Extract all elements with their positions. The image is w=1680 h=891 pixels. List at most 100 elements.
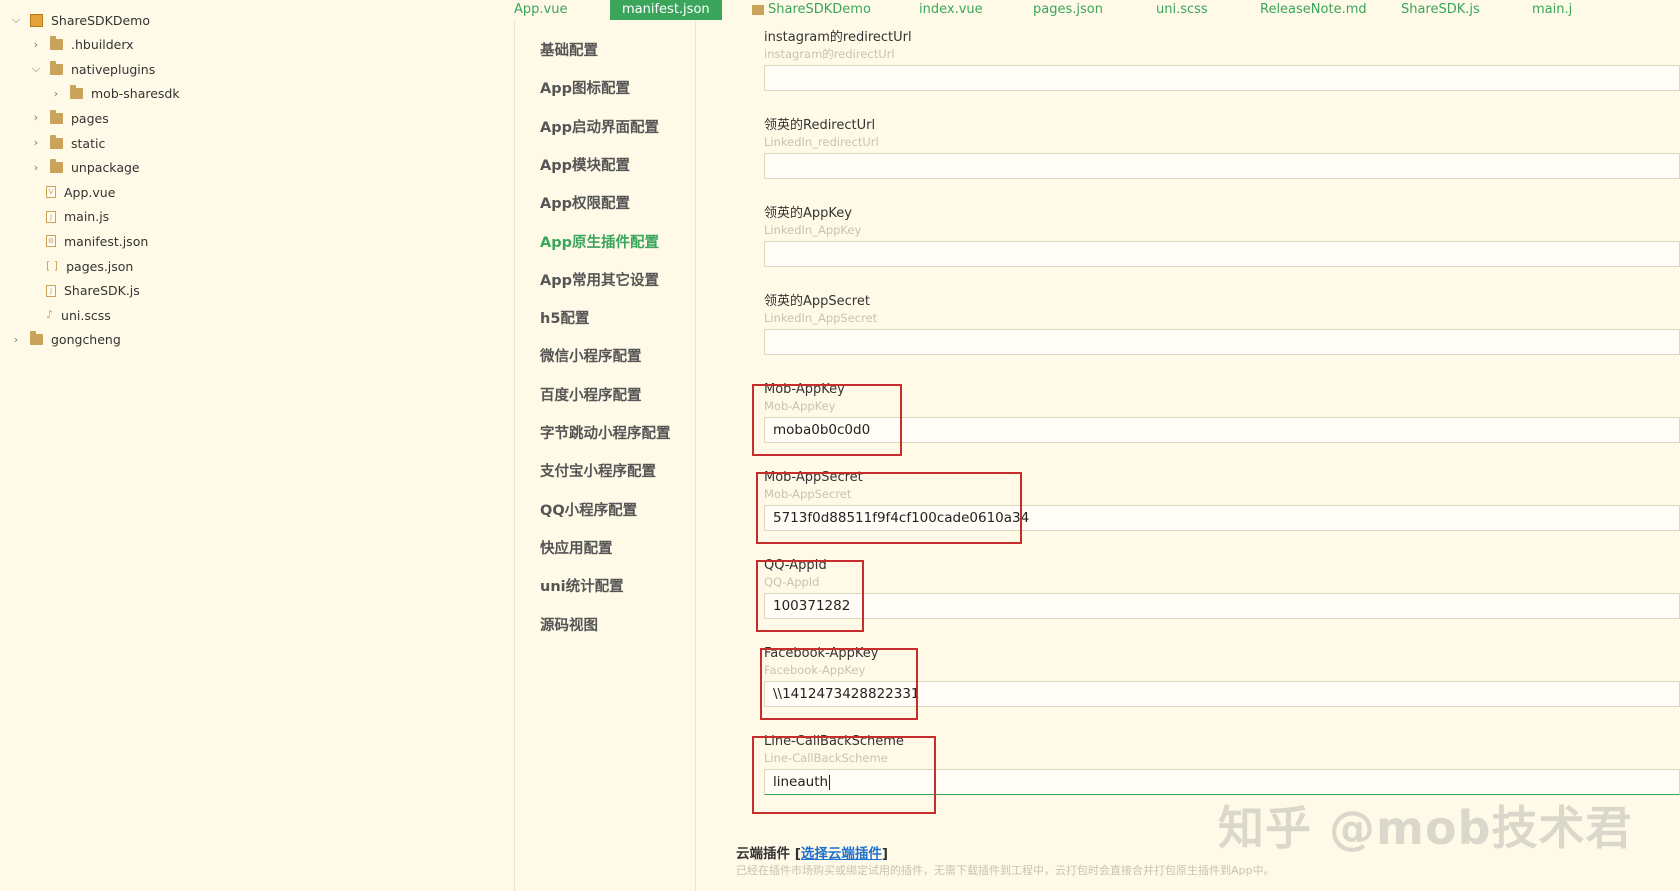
tree-item[interactable]: ♪ uni.scss: [46, 303, 111, 327]
cloud-plugin-description: 已经在插件市场购买或绑定试用的插件，无需下载插件到工程中，云打包时会直接合并打包…: [736, 864, 1275, 877]
editor-tab[interactable]: ShareSDK.js: [1401, 0, 1480, 20]
settings-nav-item[interactable]: 支付宝小程序配置: [540, 460, 656, 481]
editor-tab-bar: App.vue manifest.json ShareSDKDemo index.vu…: [514, 0, 1680, 21]
settings-nav-item[interactable]: QQ小程序配置: [540, 499, 637, 520]
tree-item[interactable]: Jmain.js: [46, 205, 109, 229]
settings-nav-item[interactable]: App启动界面配置: [540, 116, 659, 137]
config-input[interactable]: 100371282: [764, 593, 1680, 619]
settings-nav-item[interactable]: App原生插件配置: [540, 231, 659, 252]
settings-nav-item[interactable]: App模块配置: [540, 154, 630, 175]
settings-nav-item[interactable]: 微信小程序配置: [540, 345, 642, 366]
field-hint: instagram的redirectUrl: [764, 47, 895, 61]
tab-manifest-json-active[interactable]: manifest.json: [610, 0, 722, 20]
folder-icon: [50, 60, 63, 75]
settings-nav-item[interactable]: uni统计配置: [540, 575, 624, 596]
settings-nav-item[interactable]: h5配置: [540, 307, 589, 328]
cloud-plugin-title: 云端插件: [736, 846, 790, 862]
config-field: 领英的AppSecret LinkedIn_AppSecret: [764, 293, 1680, 355]
config-input[interactable]: [764, 329, 1680, 355]
config-input[interactable]: [764, 241, 1680, 267]
config-field: 领英的AppKey LinkedIn_AppKey: [764, 205, 1680, 267]
tree-item[interactable]: › unpackage: [30, 156, 140, 180]
field-label: Mob-AppSecret: [764, 470, 863, 485]
chevron-right-icon[interactable]: ›: [30, 161, 42, 174]
field-hint: LinkedIn_redirectUrl: [764, 135, 879, 149]
tree-item[interactable]: › .hbuilderx: [30, 33, 134, 57]
tree-item-label: uni.scss: [61, 307, 111, 323]
json-brackets-file-icon: [ ]: [46, 259, 59, 272]
config-input[interactable]: [764, 153, 1680, 179]
tree-item-label: mob-sharesdk: [91, 86, 180, 102]
tree-item[interactable]: › gongcheng: [10, 328, 121, 352]
config-input[interactable]: moba0b0c0d0: [764, 417, 1680, 443]
config-field: 领英的RedirectUrl LinkedIn_redirectUrl: [764, 117, 1680, 179]
field-hint: Mob-AppKey: [764, 399, 836, 413]
tab-label: ShareSDK.js: [1401, 2, 1480, 17]
chevron-down-icon[interactable]: ⌵: [30, 63, 42, 75]
tab-label: ShareSDKDemo: [768, 2, 871, 17]
tree-item[interactable]: ⌵ ShareSDKDemo: [10, 8, 150, 32]
tab-label: index.vue: [919, 2, 983, 17]
settings-nav-item[interactable]: 字节跳动小程序配置: [540, 422, 671, 443]
select-cloud-plugin-link[interactable]: 选择云端插件: [801, 846, 882, 862]
manifest-settings-nav: 基础配置 App图标配置 App启动界面配置 App模块配置 App权限配置 App原生插…: [514, 21, 696, 891]
watermark: 知乎 @mob技术君: [1218, 801, 1633, 855]
js-file-icon: J: [46, 210, 56, 223]
config-field: Line-CallBackScheme Line-CallBackScheme li…: [764, 733, 1680, 795]
tree-item[interactable]: J ShareSDK.js: [46, 279, 140, 303]
editor-tab[interactable]: App.vue: [514, 0, 567, 20]
settings-nav-item[interactable]: App常用其它设置: [540, 269, 659, 290]
field-hint: Facebook-AppKey: [764, 663, 866, 677]
chevron-right-icon[interactable]: ›: [30, 112, 42, 124]
config-input[interactable]: \\1412473428822331: [764, 681, 1680, 707]
config-field: Facebook-AppKey Facebook-AppKey \\14124734…: [764, 645, 1680, 707]
settings-nav-item[interactable]: 基础配置: [540, 39, 598, 60]
config-input[interactable]: 5713f0d88511f9f4cf100cade0610a34: [764, 505, 1680, 531]
editor-tab[interactable]: uni.scss: [1156, 0, 1208, 20]
vue-file-icon: V: [46, 186, 56, 199]
chevron-down-icon[interactable]: ⌵: [10, 14, 22, 26]
json-gear-file-icon: ⚙: [46, 235, 56, 248]
chevron-right-icon[interactable]: ›: [50, 87, 62, 100]
tab-label: manifest.json: [622, 2, 710, 17]
bracket-close: ]: [881, 846, 889, 862]
tree-item[interactable]: › mob-sharesdk: [50, 82, 180, 106]
config-field: instagram的redirectUrl instagram的redirectU…: [764, 29, 1680, 91]
folder-icon: [50, 159, 63, 174]
editor-tab[interactable]: index.vue: [919, 0, 983, 20]
tree-item[interactable]: ⌵ nativeplugins: [30, 57, 155, 81]
field-hint: Mob-AppSecret: [764, 487, 852, 501]
tree-item[interactable]: [ ] pages.json: [46, 254, 133, 278]
field-label: 领英的AppSecret: [764, 294, 870, 309]
tree-item[interactable]: › static: [30, 131, 105, 155]
editor-tab[interactable]: ReleaseNote.md: [1260, 0, 1367, 20]
settings-nav-item[interactable]: 快应用配置: [540, 537, 613, 558]
settings-nav-item[interactable]: 百度小程序配置: [540, 384, 642, 405]
tree-item[interactable]: › pages: [30, 106, 109, 130]
tree-item-label: pages.json: [66, 258, 134, 274]
tree-item[interactable]: V App.vue: [46, 180, 115, 204]
tree-item[interactable]: ⚙ manifest.json: [46, 229, 148, 253]
field-label: 领英的AppKey: [764, 206, 852, 221]
tree-item-label: ShareSDK.js: [64, 283, 140, 299]
config-field: Mob-AppKey Mob-AppKey moba0b0c0d0: [764, 381, 1680, 443]
file-explorer: ⌵ ShareSDKDemo › .hbuilderx ⌵ nativeplugins › m…: [0, 0, 515, 891]
config-input[interactable]: [764, 65, 1680, 91]
config-field: Mob-AppSecret Mob-AppSecret 5713f0d88511f9…: [764, 469, 1680, 531]
settings-nav-item[interactable]: App权限配置: [540, 192, 630, 213]
field-hint: Line-CallBackScheme: [764, 751, 888, 765]
chevron-right-icon[interactable]: ›: [10, 333, 22, 346]
field-hint: LinkedIn_AppKey: [764, 223, 862, 237]
chevron-right-icon[interactable]: ›: [30, 38, 42, 51]
field-hint: QQ-AppId: [764, 575, 820, 589]
tree-item-label: pages: [71, 110, 109, 126]
tree-item-label: unpackage: [71, 160, 140, 176]
config-input-value: \\1412473428822331: [773, 686, 920, 702]
chevron-right-icon[interactable]: ›: [30, 137, 42, 149]
editor-tab[interactable]: main.j: [1532, 0, 1572, 20]
editor-tab[interactable]: pages.json: [1033, 0, 1103, 20]
settings-nav-item[interactable]: App图标配置: [540, 77, 630, 98]
editor-tab[interactable]: ShareSDKDemo: [752, 0, 871, 20]
settings-nav-item[interactable]: 源码视图: [540, 614, 598, 635]
project-folder-icon: [30, 331, 43, 346]
